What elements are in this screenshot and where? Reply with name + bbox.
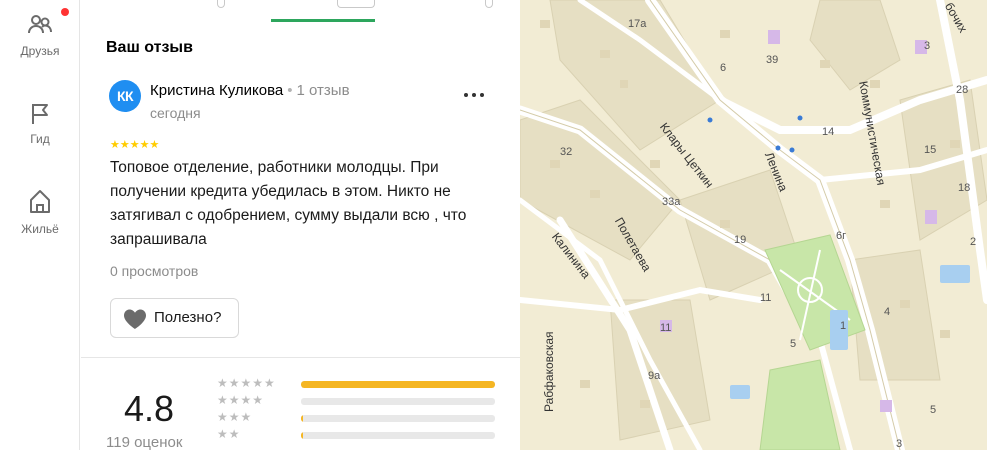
rating-bar-track	[301, 415, 495, 422]
sidebar-item-label: Гид	[30, 132, 50, 146]
map-house-number: 3	[896, 438, 903, 450]
rating-bar-track	[301, 381, 495, 388]
rating-bar-row: ★★★	[217, 410, 497, 427]
rating-count: 119 оценок	[106, 434, 183, 450]
review-stars: ★★★★★	[110, 139, 160, 151]
map-canvas	[520, 0, 987, 450]
sidebar-item-housing[interactable]: Жильё	[0, 186, 80, 236]
review-date: сегодня	[150, 105, 201, 121]
author-reviews-count[interactable]: 1 отзыв	[297, 82, 350, 99]
map-house-number: 4	[884, 306, 891, 318]
section-title: Ваш отзыв	[106, 39, 193, 56]
sidebar-item-guide[interactable]: Гид	[0, 100, 80, 146]
heart-icon	[124, 309, 146, 329]
rating-bar-track	[301, 398, 495, 405]
review-text: Топовое отделение, работники молодцы. Пр…	[110, 159, 467, 248]
rating-bar-row: ★★	[217, 427, 497, 444]
map-house-number: 19	[734, 234, 747, 246]
map-house-number: 32	[560, 146, 573, 158]
map-street-label: Рабфаковская	[542, 331, 556, 412]
rating-bar-fill	[301, 415, 303, 422]
author-name[interactable]: Кристина Куликова	[150, 82, 283, 99]
map-house-number: 39	[766, 54, 779, 66]
more-options-button[interactable]	[462, 86, 486, 102]
more-dot-icon	[472, 93, 476, 97]
sidebar-item-friends[interactable]: Друзья	[0, 8, 80, 58]
rating-bar-row: ★★★★	[217, 393, 497, 410]
review-panel: Ваш отзыв КК Кристина Куликова • 1 отзыв с…	[81, 0, 520, 450]
views-count: 0 просмотров	[110, 263, 199, 279]
avatar[interactable]: КК	[109, 80, 141, 112]
more-dot-icon	[480, 93, 484, 97]
map-house-number: 9а	[648, 370, 661, 382]
notification-dot	[61, 8, 69, 16]
more-dot-icon	[464, 93, 468, 97]
map-house-number: 11	[760, 292, 772, 304]
house-icon	[30, 190, 50, 213]
map-house-number: 17а	[628, 18, 647, 30]
rating-bar-row: ★★★★★	[217, 376, 497, 393]
friends-icon	[28, 15, 52, 34]
map-house-number: 5	[790, 338, 797, 350]
tab-divider	[485, 0, 493, 8]
map-house-number: 15	[924, 144, 937, 156]
active-tab-indicator	[271, 19, 375, 22]
map[interactable]: 17а 39 3 28 14 32 15 18 33а 19 6г 11 1 1…	[520, 0, 987, 450]
map-house-number: 28	[956, 84, 969, 96]
sidebar-item-label: Друзья	[20, 44, 60, 58]
map-house-number: 5	[930, 404, 937, 416]
rating-bar-stars: ★★	[217, 427, 241, 441]
map-house-number: 18	[958, 182, 971, 194]
tab-divider	[217, 0, 225, 8]
map-house-number: 14	[822, 126, 835, 138]
map-house-number: 33а	[662, 196, 681, 208]
flag-icon	[32, 104, 48, 124]
map-house-number: 11	[660, 322, 672, 334]
review-author: Кристина Куликова • 1 отзыв	[150, 82, 350, 99]
helpful-button[interactable]: Полезно?	[110, 298, 239, 338]
author-separator: •	[287, 82, 293, 99]
rating-bar-track	[301, 432, 495, 439]
map-house-number: 1	[840, 320, 847, 332]
rating-value: 4.8	[124, 388, 175, 429]
map-house-number: 3	[924, 40, 931, 52]
rating-bar-stars: ★★★	[217, 410, 253, 424]
rating-bar-fill	[301, 381, 495, 388]
helpful-label: Полезно?	[154, 309, 222, 326]
map-house-number: 2	[970, 236, 977, 248]
left-rail: Друзья Гид Жильё	[0, 0, 80, 450]
tab-segment[interactable]	[337, 0, 375, 8]
sidebar-item-label: Жильё	[21, 222, 59, 236]
map-house-number: 6г	[836, 230, 847, 242]
rating-bar-stars: ★★★★★	[217, 376, 276, 390]
panel-tabs	[81, 0, 520, 24]
rating-bar-stars: ★★★★	[217, 393, 265, 407]
map-house-number: 6	[720, 62, 727, 74]
rating-bar-fill	[301, 432, 303, 439]
section-divider	[81, 357, 520, 358]
